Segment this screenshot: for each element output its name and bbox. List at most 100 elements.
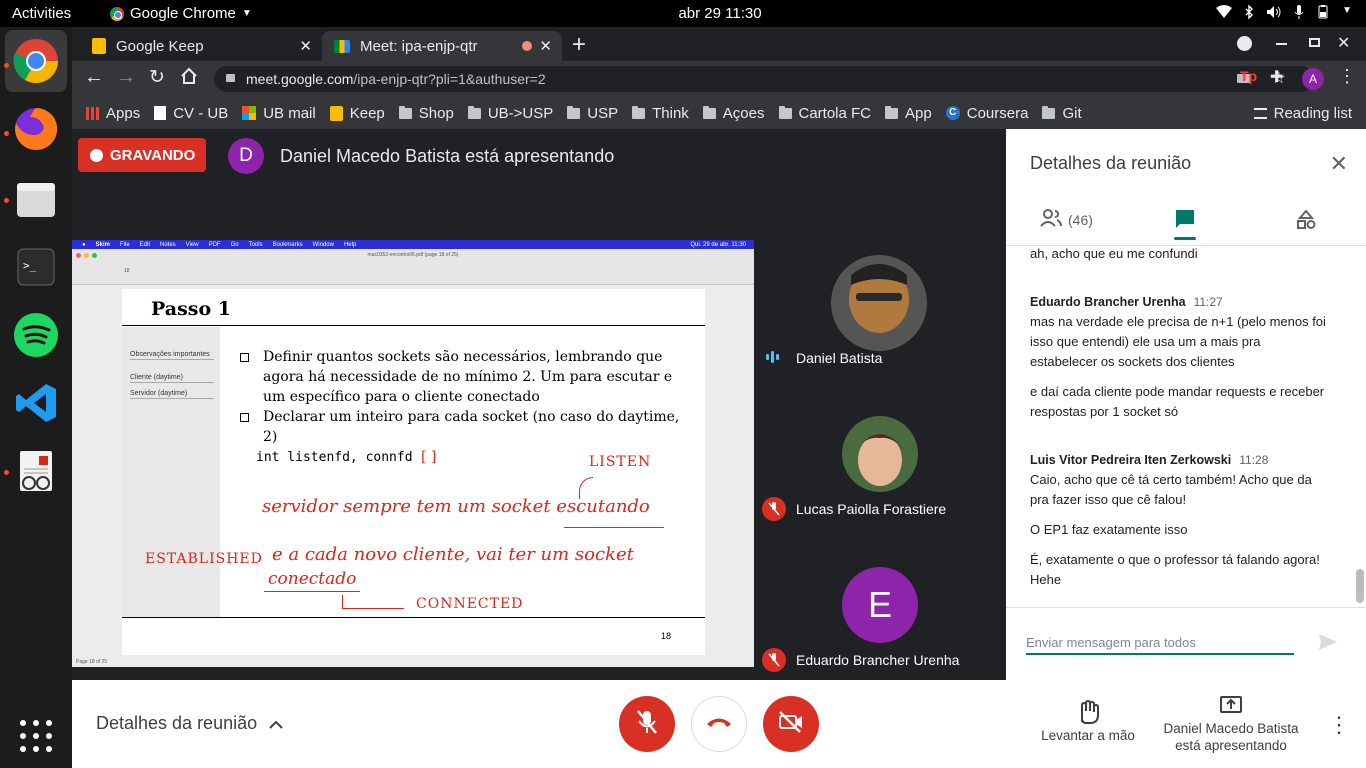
bookmark-cartola[interactable]: Cartola FC: [778, 105, 871, 122]
system-clock[interactable]: abr 29 11:30: [0, 5, 1366, 22]
participant-photo-lucas: [842, 416, 918, 492]
minimize-icon[interactable]: [1276, 43, 1287, 45]
macos-menubar: ● Skim File Edit Notes View PDF Go Tools…: [72, 240, 754, 249]
tab-activities[interactable]: [1296, 209, 1316, 235]
chevron-up-icon: [269, 713, 283, 734]
firefox-dock-icon[interactable]: [12, 105, 60, 153]
muted-mic-icon: [762, 648, 786, 672]
bookmark-label: UB->USP: [487, 104, 554, 122]
menu-item: Notes: [159, 241, 176, 248]
chat-text: ah, acho que eu me confundi: [1030, 246, 1198, 261]
reading-list-button[interactable]: Reading list: [1253, 105, 1352, 122]
bookmark-ub-usp[interactable]: UB->USP: [467, 104, 554, 122]
meeting-details-button[interactable]: Detalhes da reunião: [96, 713, 283, 734]
bookmark-cv-ub[interactable]: CV - UB: [154, 105, 228, 122]
terminal-dock-icon[interactable]: >_: [12, 243, 60, 291]
presenter-banner: D Daniel Macedo Batista está apresentand…: [228, 138, 614, 174]
app-grid-icon[interactable]: [12, 712, 60, 760]
chat-message-group: Eduardo Brancher Urenha 11:27 mas na verd…: [1030, 292, 1330, 422]
annotation-line2: e a cada novo cliente, vai ter um socket: [272, 544, 634, 565]
address-bar[interactable]: meet.google.com/ipa-enjp-qtr?pli=1&authu…: [214, 66, 1314, 92]
bookmark-label: CV - UB: [173, 104, 229, 122]
slide-body: Definir quantos sockets são necessários,…: [240, 347, 690, 468]
present-icon[interactable]: [1219, 695, 1243, 720]
toggle-mic-button[interactable]: [619, 696, 675, 752]
panel-title: Detalhes da reunião: [1030, 153, 1192, 173]
profile-avatar[interactable]: A: [1302, 68, 1324, 90]
dock: >_: [0, 27, 72, 768]
url-path: /ipa-enjp-qtr?pli=1&authuser=2: [353, 71, 546, 87]
chat-input[interactable]: Enviar mensagem para todos: [1026, 635, 1294, 655]
skim-page-field: 18: [124, 268, 130, 274]
bookmark-apps[interactable]: Apps: [86, 105, 140, 122]
tab-chat[interactable]: [1174, 209, 1196, 240]
menu-item: View: [185, 241, 199, 248]
document-viewer-dock-icon[interactable]: [12, 447, 60, 495]
presenting-status[interactable]: Daniel Macedo Batista está apresentando: [1158, 720, 1304, 754]
url-host: meet.google.com: [246, 71, 354, 87]
close-icon[interactable]: ✕: [1330, 151, 1348, 177]
slide-bullet: Definir quantos sockets são necessários,…: [240, 347, 690, 407]
bookmark-think[interactable]: Think: [632, 105, 689, 122]
extensions-puzzle-icon[interactable]: ✚: [1270, 67, 1283, 87]
forward-icon[interactable]: →: [116, 66, 136, 89]
chat-icon: [1174, 210, 1196, 233]
coursera-icon: C: [945, 106, 960, 120]
author-name: Eduardo Brancher Urenha: [1030, 295, 1186, 309]
chat-author: Eduardo Brancher Urenha 11:27: [1030, 292, 1330, 312]
extension-tp-icon[interactable]: Tp: [1240, 68, 1257, 84]
annotation-underline: [564, 527, 664, 528]
new-tab-button[interactable]: +: [572, 31, 586, 59]
more-options-icon[interactable]: ⋮: [1328, 712, 1350, 738]
bookmark-keep[interactable]: Keep: [329, 105, 385, 122]
slide-code: int listenfd, connfd: [256, 450, 413, 465]
bookmark-app[interactable]: App: [885, 105, 932, 122]
bookmark-shop[interactable]: Shop: [398, 105, 454, 122]
chat-time: 11:28: [1239, 453, 1269, 467]
chrome-menu-icon[interactable]: ⋮: [1338, 66, 1356, 87]
vscode-dock-icon[interactable]: [12, 379, 60, 427]
tab-search-icon[interactable]: [1237, 36, 1252, 51]
tab-google-keep[interactable]: Google Keep ✕: [80, 31, 322, 61]
tab-meet[interactable]: Meet: ipa-enjp-qtr ✕: [322, 31, 562, 61]
bookmark-coursera[interactable]: C Coursera: [945, 105, 1028, 122]
chrome-dock-icon[interactable]: [12, 37, 60, 85]
folder-icon: [778, 105, 792, 119]
toggle-camera-button[interactable]: [763, 696, 819, 752]
annotation-listen: LISTEN: [589, 454, 652, 470]
people-count: (46): [1068, 211, 1093, 228]
reload-icon[interactable]: ↻: [149, 66, 165, 89]
menu-item: Edit: [139, 241, 150, 248]
mic-off-icon: [636, 709, 658, 739]
files-dock-icon[interactable]: [12, 175, 60, 223]
microsoft-icon: [242, 106, 257, 120]
close-window-icon[interactable]: ✕: [1337, 33, 1350, 53]
raise-hand-label[interactable]: Levantar a mão: [1040, 728, 1136, 743]
send-icon[interactable]: [1318, 633, 1338, 656]
bookmark-ub-mail[interactable]: UB mail: [242, 105, 316, 122]
close-tab-icon[interactable]: ✕: [539, 37, 552, 55]
bookmarks-bar: Apps CV - UB UB mail Keep Shop UB->USP U…: [72, 97, 1366, 129]
bookmark-usp[interactable]: USP: [567, 105, 618, 122]
lock-icon: [226, 74, 235, 82]
meet-control-bar: Detalhes da reunião Levantar a mão Danie…: [72, 680, 1366, 768]
muted-mic-icon: [762, 497, 786, 521]
chat-message-group: Luis Vitor Pedreira Iten Zerkowski 11:28 …: [1030, 450, 1330, 590]
recording-badge[interactable]: GRAVANDO: [78, 138, 206, 172]
back-icon[interactable]: ←: [84, 66, 104, 89]
shared-screen[interactable]: ● Skim File Edit Notes View PDF Go Tools…: [72, 240, 754, 667]
chat-scrollbar[interactable]: [1356, 569, 1364, 603]
raise-hand-icon[interactable]: [1076, 699, 1100, 729]
home-icon[interactable]: [180, 67, 198, 90]
spotify-dock-icon[interactable]: [12, 311, 60, 359]
close-tab-icon[interactable]: ✕: [299, 37, 312, 55]
bookmark-git[interactable]: Git: [1042, 105, 1082, 122]
leave-call-button[interactable]: [691, 696, 747, 752]
system-tray[interactable]: ▼: [1216, 4, 1352, 22]
bookmark-acoes[interactable]: Açoes: [702, 105, 765, 122]
system-top-bar: Activities Google Chrome ▼ abr 29 11:30 …: [0, 0, 1366, 27]
maximize-icon[interactable]: [1309, 38, 1320, 47]
menu-item: Go: [230, 241, 239, 248]
author-name: Luis Vitor Pedreira Iten Zerkowski: [1030, 453, 1232, 467]
tab-people[interactable]: (46): [1040, 209, 1093, 230]
